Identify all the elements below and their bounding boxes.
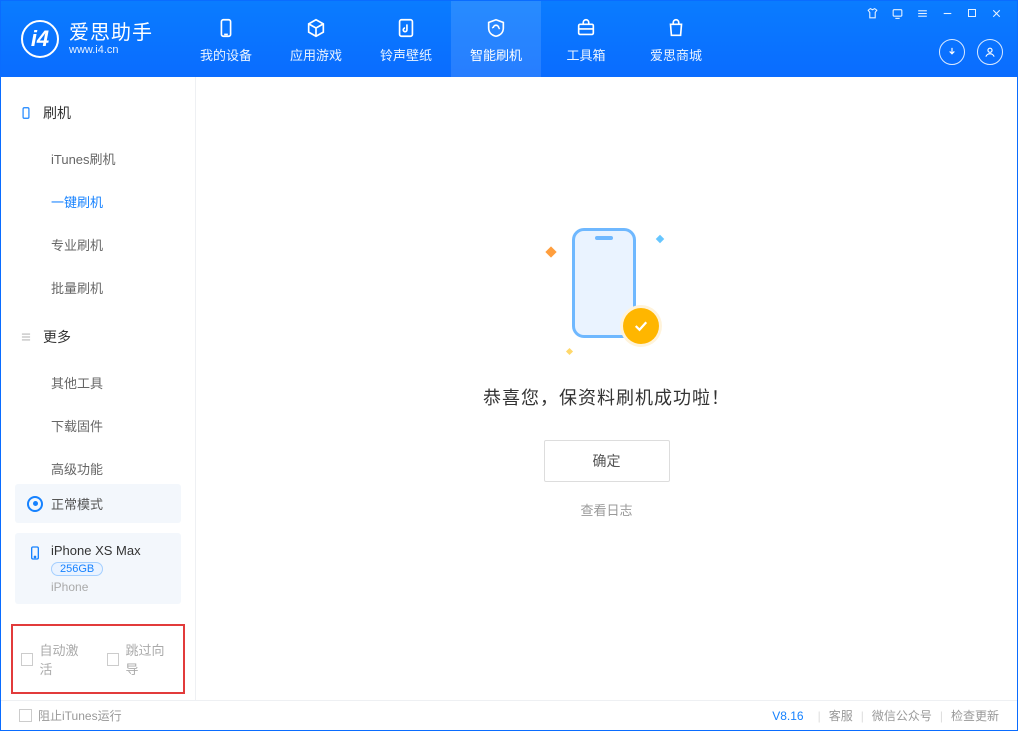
download-button[interactable] bbox=[939, 39, 965, 65]
user-buttons bbox=[939, 39, 1003, 65]
sidebar-item-other-tools[interactable]: 其他工具 bbox=[1, 361, 195, 404]
main-nav: 我的设备 应用游戏 铃声壁纸 智能刷机 工具箱 爱思商城 bbox=[181, 1, 721, 77]
success-illustration bbox=[537, 218, 677, 358]
app-title: 爱思助手 bbox=[69, 22, 153, 44]
sidebar-group-flash: 刷机 bbox=[1, 95, 195, 131]
checkbox-block-itunes[interactable]: 阻止iTunes运行 bbox=[19, 707, 122, 724]
sidebar-bottom: 正常模式 iPhone XS Max 256GB iPhone bbox=[1, 484, 195, 614]
close-button[interactable] bbox=[990, 7, 1003, 23]
checkbox-icon bbox=[21, 653, 33, 666]
logo-icon: i4 bbox=[21, 20, 59, 58]
system-buttons bbox=[866, 7, 1003, 23]
header-right bbox=[866, 1, 1003, 77]
refresh-shield-icon bbox=[483, 15, 509, 41]
device-type: iPhone bbox=[51, 580, 141, 594]
nav-label: 工具箱 bbox=[566, 45, 605, 64]
check-badge-icon bbox=[623, 308, 659, 344]
sidebar-item-batch-flash[interactable]: 批量刷机 bbox=[1, 266, 195, 309]
nav-label: 我的设备 bbox=[200, 45, 252, 64]
nav-my-device[interactable]: 我的设备 bbox=[181, 1, 271, 77]
sidebar-group2-items: 其他工具 下载固件 高级功能 bbox=[1, 361, 195, 484]
sparkle-icon bbox=[545, 246, 556, 257]
success-message: 恭喜您，保资料刷机成功啦！ bbox=[483, 384, 730, 410]
footer-link-support[interactable]: 客服 bbox=[829, 707, 853, 724]
main-content: 恭喜您，保资料刷机成功啦！ 确定 查看日志 bbox=[196, 77, 1017, 700]
checkbox-icon bbox=[107, 653, 119, 666]
nav-label: 爱思商城 bbox=[650, 45, 702, 64]
device-mode-box[interactable]: 正常模式 bbox=[15, 484, 181, 523]
mode-label: 正常模式 bbox=[51, 494, 103, 513]
app-body: 刷机 iTunes刷机 一键刷机 专业刷机 批量刷机 更多 其他工具 下载固件 … bbox=[1, 77, 1017, 700]
checkbox-icon bbox=[19, 709, 32, 722]
sidebar-item-pro-flash[interactable]: 专业刷机 bbox=[1, 223, 195, 266]
checkbox-auto-activate[interactable]: 自动激活 bbox=[21, 640, 89, 678]
logo-text: 爱思助手 www.i4.cn bbox=[69, 22, 153, 56]
nav-label: 应用游戏 bbox=[290, 45, 342, 64]
sidebar-group1-items: iTunes刷机 一键刷机 专业刷机 批量刷机 bbox=[1, 137, 195, 309]
nav-label: 铃声壁纸 bbox=[380, 45, 432, 64]
version-label: V8.16 bbox=[772, 709, 803, 723]
footer-right: V8.16 | 客服 | 微信公众号 | 检查更新 bbox=[772, 707, 999, 724]
nav-apps-games[interactable]: 应用游戏 bbox=[271, 1, 361, 77]
sidebar-item-oneclick-flash[interactable]: 一键刷机 bbox=[1, 180, 195, 223]
list-icon bbox=[19, 330, 33, 344]
sidebar-group-more: 更多 bbox=[1, 319, 195, 355]
device-info: iPhone XS Max 256GB iPhone bbox=[51, 543, 141, 594]
device-info-box[interactable]: iPhone XS Max 256GB iPhone bbox=[15, 533, 181, 604]
nav-ringtones-wallpapers[interactable]: 铃声壁纸 bbox=[361, 1, 451, 77]
device-name: iPhone XS Max bbox=[51, 543, 141, 558]
logo-area: i4 爱思助手 www.i4.cn bbox=[1, 20, 173, 58]
footer-left: 阻止iTunes运行 bbox=[19, 707, 122, 724]
sidebar: 刷机 iTunes刷机 一键刷机 专业刷机 批量刷机 更多 其他工具 下载固件 … bbox=[1, 77, 196, 700]
checkbox-label: 跳过向导 bbox=[125, 640, 175, 678]
phone-small-icon bbox=[27, 545, 43, 561]
view-log-link[interactable]: 查看日志 bbox=[580, 500, 632, 519]
phone-icon bbox=[213, 15, 239, 41]
app-header: i4 爱思助手 www.i4.cn 我的设备 应用游戏 铃声壁纸 智能刷机 工具… bbox=[1, 1, 1017, 77]
user-account-button[interactable] bbox=[977, 39, 1003, 65]
nav-smart-flash[interactable]: 智能刷机 bbox=[451, 1, 541, 77]
sidebar-item-download-firmware[interactable]: 下载固件 bbox=[1, 404, 195, 447]
menu-icon[interactable] bbox=[916, 7, 929, 23]
minimize-button[interactable] bbox=[941, 7, 954, 23]
toolbox-icon bbox=[573, 15, 599, 41]
group-label: 刷机 bbox=[43, 103, 71, 123]
music-file-icon bbox=[393, 15, 419, 41]
nav-label: 智能刷机 bbox=[470, 45, 522, 64]
group-label: 更多 bbox=[43, 327, 71, 347]
mode-indicator-icon bbox=[27, 496, 43, 512]
nav-store[interactable]: 爱思商城 bbox=[631, 1, 721, 77]
sidebar-item-itunes-flash[interactable]: iTunes刷机 bbox=[1, 137, 195, 180]
checkbox-label: 自动激活 bbox=[39, 640, 89, 678]
shirt-icon[interactable] bbox=[866, 7, 879, 23]
nav-toolbox[interactable]: 工具箱 bbox=[541, 1, 631, 77]
sparkle-icon bbox=[565, 348, 572, 355]
feedback-icon[interactable] bbox=[891, 7, 904, 23]
app-url: www.i4.cn bbox=[69, 44, 153, 56]
highlighted-options-row: 自动激活 跳过向导 bbox=[11, 624, 185, 694]
status-bar: 阻止iTunes运行 V8.16 | 客服 | 微信公众号 | 检查更新 bbox=[1, 700, 1017, 730]
checkbox-label: 阻止iTunes运行 bbox=[38, 707, 122, 724]
ok-button[interactable]: 确定 bbox=[544, 440, 670, 482]
sidebar-scroll: 刷机 iTunes刷机 一键刷机 专业刷机 批量刷机 更多 其他工具 下载固件 … bbox=[1, 77, 195, 484]
footer-link-wechat[interactable]: 微信公众号 bbox=[872, 707, 932, 724]
sidebar-item-advanced[interactable]: 高级功能 bbox=[1, 447, 195, 484]
maximize-button[interactable] bbox=[966, 7, 978, 23]
cube-icon bbox=[303, 15, 329, 41]
sparkle-icon bbox=[655, 235, 663, 243]
device-icon bbox=[19, 106, 33, 120]
checkbox-skip-guide[interactable]: 跳过向导 bbox=[107, 640, 175, 678]
device-capacity: 256GB bbox=[51, 562, 103, 576]
footer-link-check-update[interactable]: 检查更新 bbox=[951, 707, 999, 724]
bag-icon bbox=[663, 15, 689, 41]
